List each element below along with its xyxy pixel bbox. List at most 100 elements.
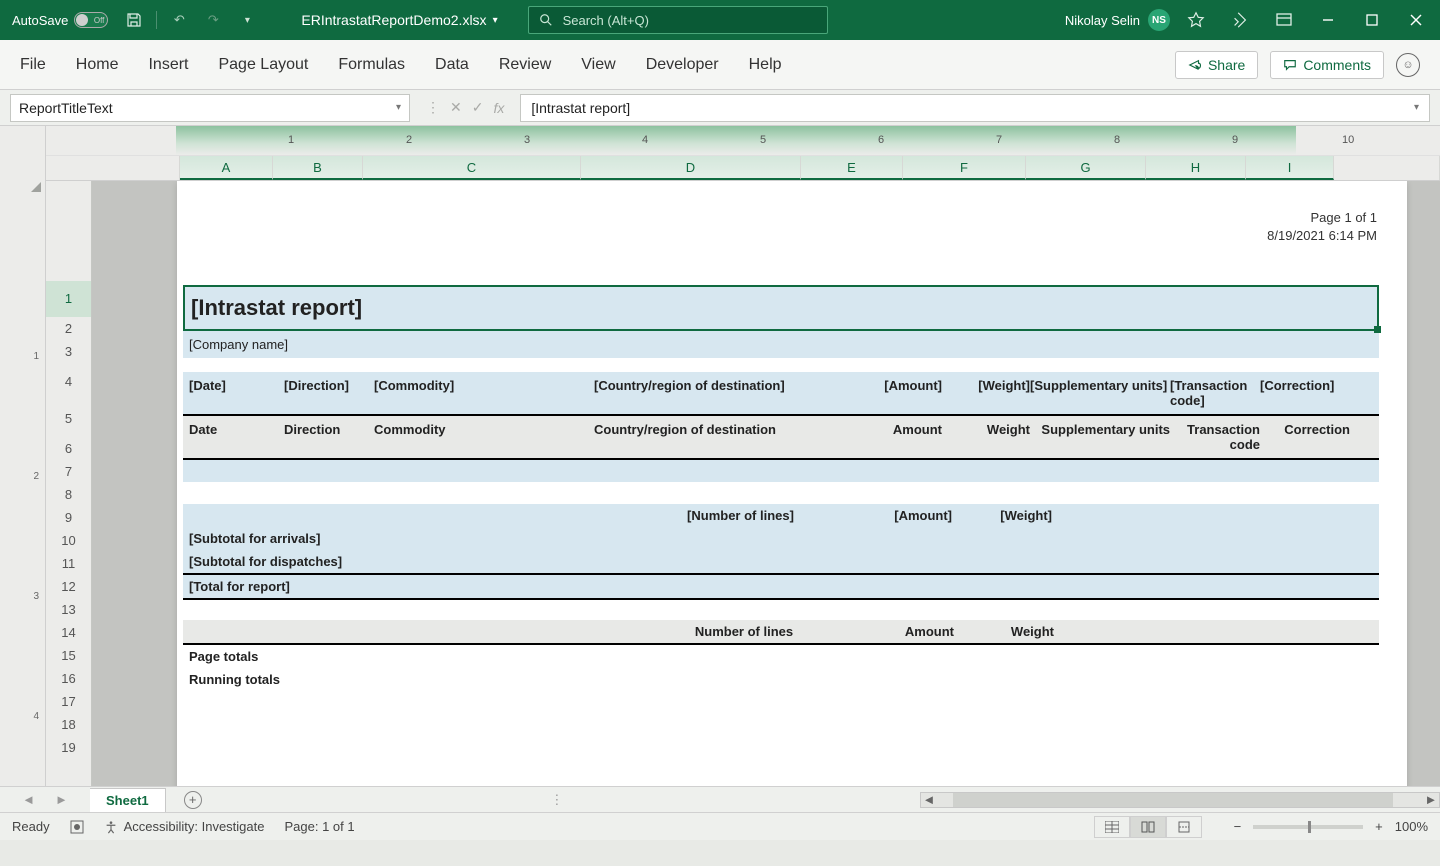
page-timestamp: 8/19/2021 6:14 PM bbox=[1267, 227, 1377, 245]
premium-icon[interactable] bbox=[1178, 2, 1214, 38]
name-box-dropdown-icon[interactable]: ▾ bbox=[396, 102, 401, 113]
fill-handle[interactable] bbox=[1374, 326, 1381, 333]
view-page-break-icon[interactable] bbox=[1166, 816, 1202, 838]
comments-button[interactable]: Comments bbox=[1270, 51, 1384, 79]
zoom-level[interactable]: 100% bbox=[1395, 819, 1428, 834]
row-12[interactable]: 12 bbox=[46, 575, 91, 598]
autosave-label: AutoSave bbox=[12, 13, 68, 28]
grid[interactable]: Page 1 of 1 8/19/2021 6:14 PM [Intrastat… bbox=[92, 181, 1440, 786]
sheet-nav-prev-icon[interactable]: ◄ bbox=[22, 792, 35, 807]
close-button[interactable] bbox=[1398, 2, 1434, 38]
subtotal-dispatches[interactable]: [Subtotal for dispatches] bbox=[183, 550, 1379, 575]
formula-input[interactable]: [Intrastat report] ▾ bbox=[520, 94, 1430, 122]
add-sheet-button[interactable]: + bbox=[184, 791, 202, 809]
number-of-lines-row: [Number of lines] [Amount] [Weight] bbox=[183, 504, 1379, 527]
row-1[interactable]: 1 bbox=[46, 281, 91, 317]
total-for-report[interactable]: [Total for report] bbox=[183, 575, 1379, 600]
formula-expand-icon[interactable]: ▾ bbox=[1414, 102, 1419, 113]
tab-home[interactable]: Home bbox=[76, 56, 119, 74]
row-15[interactable]: 15 bbox=[46, 644, 91, 667]
select-all-corner[interactable] bbox=[0, 126, 46, 196]
save-icon[interactable] bbox=[120, 6, 148, 34]
row-16[interactable]: 16 bbox=[46, 667, 91, 690]
tab-view[interactable]: View bbox=[581, 56, 615, 74]
search-box[interactable]: Search (Alt+Q) bbox=[528, 6, 828, 34]
filename-group[interactable]: ERIntrastatReportDemo2.xlsx ▾ bbox=[301, 12, 497, 28]
col-e[interactable]: E bbox=[801, 156, 903, 180]
row-5[interactable]: 5 bbox=[46, 401, 91, 437]
tab-developer[interactable]: Developer bbox=[646, 56, 719, 74]
tab-file[interactable]: File bbox=[20, 56, 46, 74]
row-3[interactable]: 3 bbox=[46, 340, 91, 363]
row-4[interactable]: 4 bbox=[46, 363, 91, 401]
subtotal-arrivals[interactable]: [Subtotal for arrivals] bbox=[183, 527, 1379, 550]
autosave-toggle[interactable]: Off bbox=[74, 12, 108, 28]
col-g[interactable]: G bbox=[1026, 156, 1146, 180]
row-13[interactable]: 13 bbox=[46, 598, 91, 621]
tab-data[interactable]: Data bbox=[435, 56, 469, 74]
page-totals-row[interactable]: Page totals bbox=[183, 645, 1379, 668]
company-cell[interactable]: [Company name] bbox=[183, 331, 1379, 358]
row-18[interactable]: 18 bbox=[46, 713, 91, 736]
undo-icon[interactable]: ↶ bbox=[165, 6, 193, 34]
col-c[interactable]: C bbox=[363, 156, 581, 180]
col-a[interactable]: A bbox=[180, 156, 273, 180]
feedback-icon[interactable]: ☺ bbox=[1396, 53, 1420, 77]
zoom-in-button[interactable]: + bbox=[1375, 819, 1383, 834]
col-i[interactable]: I bbox=[1246, 156, 1334, 180]
macro-record-icon[interactable] bbox=[70, 820, 84, 834]
col-d[interactable]: D bbox=[581, 156, 801, 180]
col-h[interactable]: H bbox=[1146, 156, 1246, 180]
share-button[interactable]: Share bbox=[1175, 51, 1258, 79]
user-account[interactable]: Nikolay Selin NS bbox=[1065, 9, 1170, 31]
scroll-thumb[interactable] bbox=[953, 793, 1393, 807]
horizontal-scrollbar[interactable]: ◄ ► bbox=[920, 792, 1440, 808]
ribbon-display-icon[interactable] bbox=[1266, 2, 1302, 38]
row-10[interactable]: 10 bbox=[46, 529, 91, 552]
col-f[interactable]: F bbox=[903, 156, 1026, 180]
row-14[interactable]: 14 bbox=[46, 621, 91, 644]
header-placeholder-row: [Date] [Direction] [Commodity] [Country/… bbox=[183, 372, 1379, 416]
page-meta: Page 1 of 1 8/19/2021 6:14 PM bbox=[1267, 209, 1377, 245]
avatar: NS bbox=[1148, 9, 1170, 31]
accessibility-status[interactable]: Accessibility: Investigate bbox=[104, 819, 265, 834]
row-2[interactable]: 2 bbox=[46, 317, 91, 340]
status-page: Page: 1 of 1 bbox=[284, 819, 354, 834]
redo-icon[interactable]: ↷ bbox=[199, 6, 227, 34]
tab-insert[interactable]: Insert bbox=[148, 56, 188, 74]
tab-split-handle[interactable]: ⋮ bbox=[550, 792, 563, 808]
fx-icon[interactable]: fx bbox=[493, 100, 504, 116]
row-6[interactable]: 6 bbox=[46, 437, 91, 460]
row-17[interactable]: 17 bbox=[46, 690, 91, 713]
row-8[interactable]: 8 bbox=[46, 483, 91, 506]
sheet-tab-sheet1[interactable]: Sheet1 bbox=[90, 788, 166, 812]
row-9[interactable]: 9 bbox=[46, 506, 91, 529]
tab-page-layout[interactable]: Page Layout bbox=[218, 56, 308, 74]
scroll-left-icon[interactable]: ◄ bbox=[921, 792, 937, 807]
comments-icon bbox=[1283, 58, 1297, 72]
band-6[interactable] bbox=[183, 460, 1379, 482]
col-b[interactable]: B bbox=[273, 156, 363, 180]
name-box[interactable]: ReportTitleText ▾ bbox=[10, 94, 410, 122]
zoom-slider[interactable] bbox=[1253, 825, 1363, 829]
sheet-nav-next-icon[interactable]: ► bbox=[55, 792, 68, 807]
qat-dropdown-icon[interactable]: ▾ bbox=[233, 6, 261, 34]
zoom-out-button[interactable]: − bbox=[1234, 819, 1242, 834]
band-7[interactable] bbox=[183, 482, 1379, 504]
scroll-right-icon[interactable]: ► bbox=[1423, 792, 1439, 807]
row-19[interactable]: 19 bbox=[46, 736, 91, 759]
row-11[interactable]: 11 bbox=[46, 552, 91, 575]
row-7[interactable]: 7 bbox=[46, 460, 91, 483]
running-totals-row[interactable]: Running totals bbox=[183, 668, 1379, 691]
enter-icon[interactable]: ✓ bbox=[472, 99, 484, 116]
minimize-button[interactable] bbox=[1310, 2, 1346, 38]
maximize-button[interactable] bbox=[1354, 2, 1390, 38]
view-normal-icon[interactable] bbox=[1094, 816, 1130, 838]
coming-soon-icon[interactable] bbox=[1222, 2, 1258, 38]
tab-formulas[interactable]: Formulas bbox=[338, 56, 405, 74]
tab-review[interactable]: Review bbox=[499, 56, 551, 74]
report-title-cell[interactable]: [Intrastat report] bbox=[183, 285, 1379, 331]
cancel-icon[interactable]: ✕ bbox=[450, 99, 462, 116]
view-page-layout-icon[interactable] bbox=[1130, 816, 1166, 838]
tab-help[interactable]: Help bbox=[749, 56, 782, 74]
